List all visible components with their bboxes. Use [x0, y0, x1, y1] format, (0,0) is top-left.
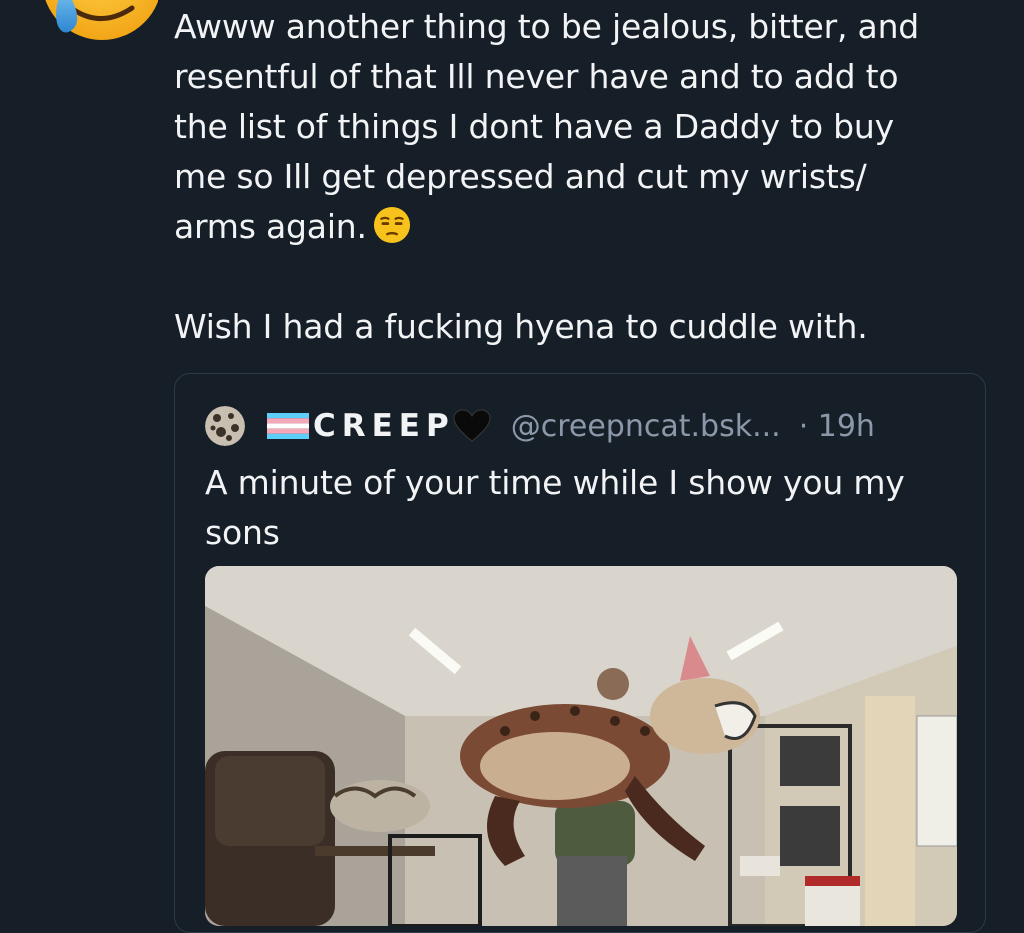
- video-frame: [205, 566, 957, 926]
- quote-text: A minute of your time while I show you m…: [205, 463, 905, 552]
- post: Awww another thing to be jealous, bitter…: [0, 0, 1024, 933]
- quote-card[interactable]: CREEP @creepncat.bsk... · 19h A minute o…: [174, 373, 986, 933]
- quote-avatar[interactable]: [205, 406, 245, 446]
- post-text: Awww another thing to be jealous, bitter…: [174, 7, 920, 346]
- black-heart-icon: [453, 409, 491, 442]
- timestamp[interactable]: · 19h: [799, 409, 875, 444]
- quote-header: CREEP @creepncat.bsk... · 19h: [205, 404, 875, 448]
- display-name[interactable]: CREEP: [313, 408, 455, 444]
- video-thumbnail[interactable]: [205, 566, 957, 926]
- unamused-face-emoji-icon: [373, 206, 410, 244]
- crying-emoji-icon[interactable]: [30, 0, 158, 56]
- handle[interactable]: @creepncat.bsk...: [511, 409, 781, 444]
- transgender-flag-icon: [267, 413, 309, 439]
